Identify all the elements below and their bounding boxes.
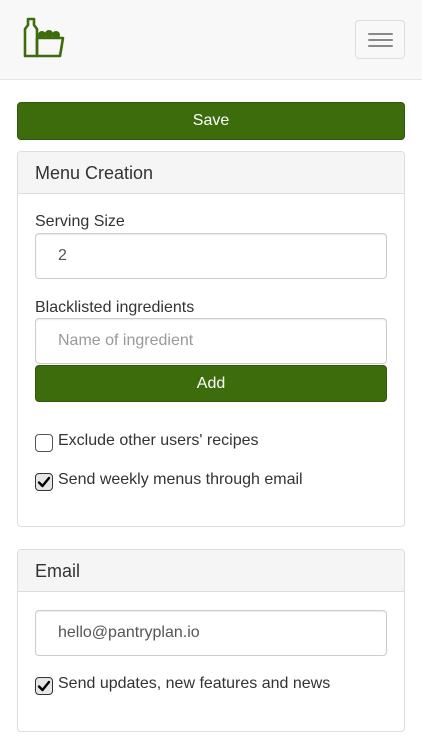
add-ingredient-button[interactable]: Add <box>35 365 387 402</box>
updates-label: Send updates, new features and news <box>58 675 331 692</box>
blacklist-ingredient-input[interactable] <box>35 318 387 364</box>
checkmark-icon <box>37 476 51 488</box>
pantry-logo-icon[interactable] <box>22 17 66 59</box>
navbar <box>0 0 422 80</box>
serving-size-label: Serving Size <box>35 213 125 230</box>
email-panel: Email Send updates, new features and new… <box>17 549 405 732</box>
updates-checkbox[interactable] <box>35 677 53 695</box>
serving-size-input[interactable] <box>35 233 387 279</box>
exclude-others-checkbox[interactable] <box>35 434 53 452</box>
hamburger-menu-icon <box>368 33 393 35</box>
email-input[interactable] <box>35 610 387 656</box>
blacklist-label: Blacklisted ingredients <box>35 299 195 316</box>
checkmark-icon <box>37 680 51 692</box>
save-button[interactable]: Save <box>17 102 405 140</box>
hamburger-menu-button[interactable] <box>355 20 405 59</box>
weekly-email-label: Send weekly menus through email <box>58 471 303 488</box>
menu-creation-panel: Menu Creation Serving Size Blacklisted i… <box>17 151 405 527</box>
weekly-email-checkbox[interactable] <box>35 473 53 491</box>
exclude-others-label: Exclude other users' recipes <box>58 432 259 449</box>
menu-creation-heading: Menu Creation <box>18 152 404 194</box>
email-heading: Email <box>18 550 404 592</box>
